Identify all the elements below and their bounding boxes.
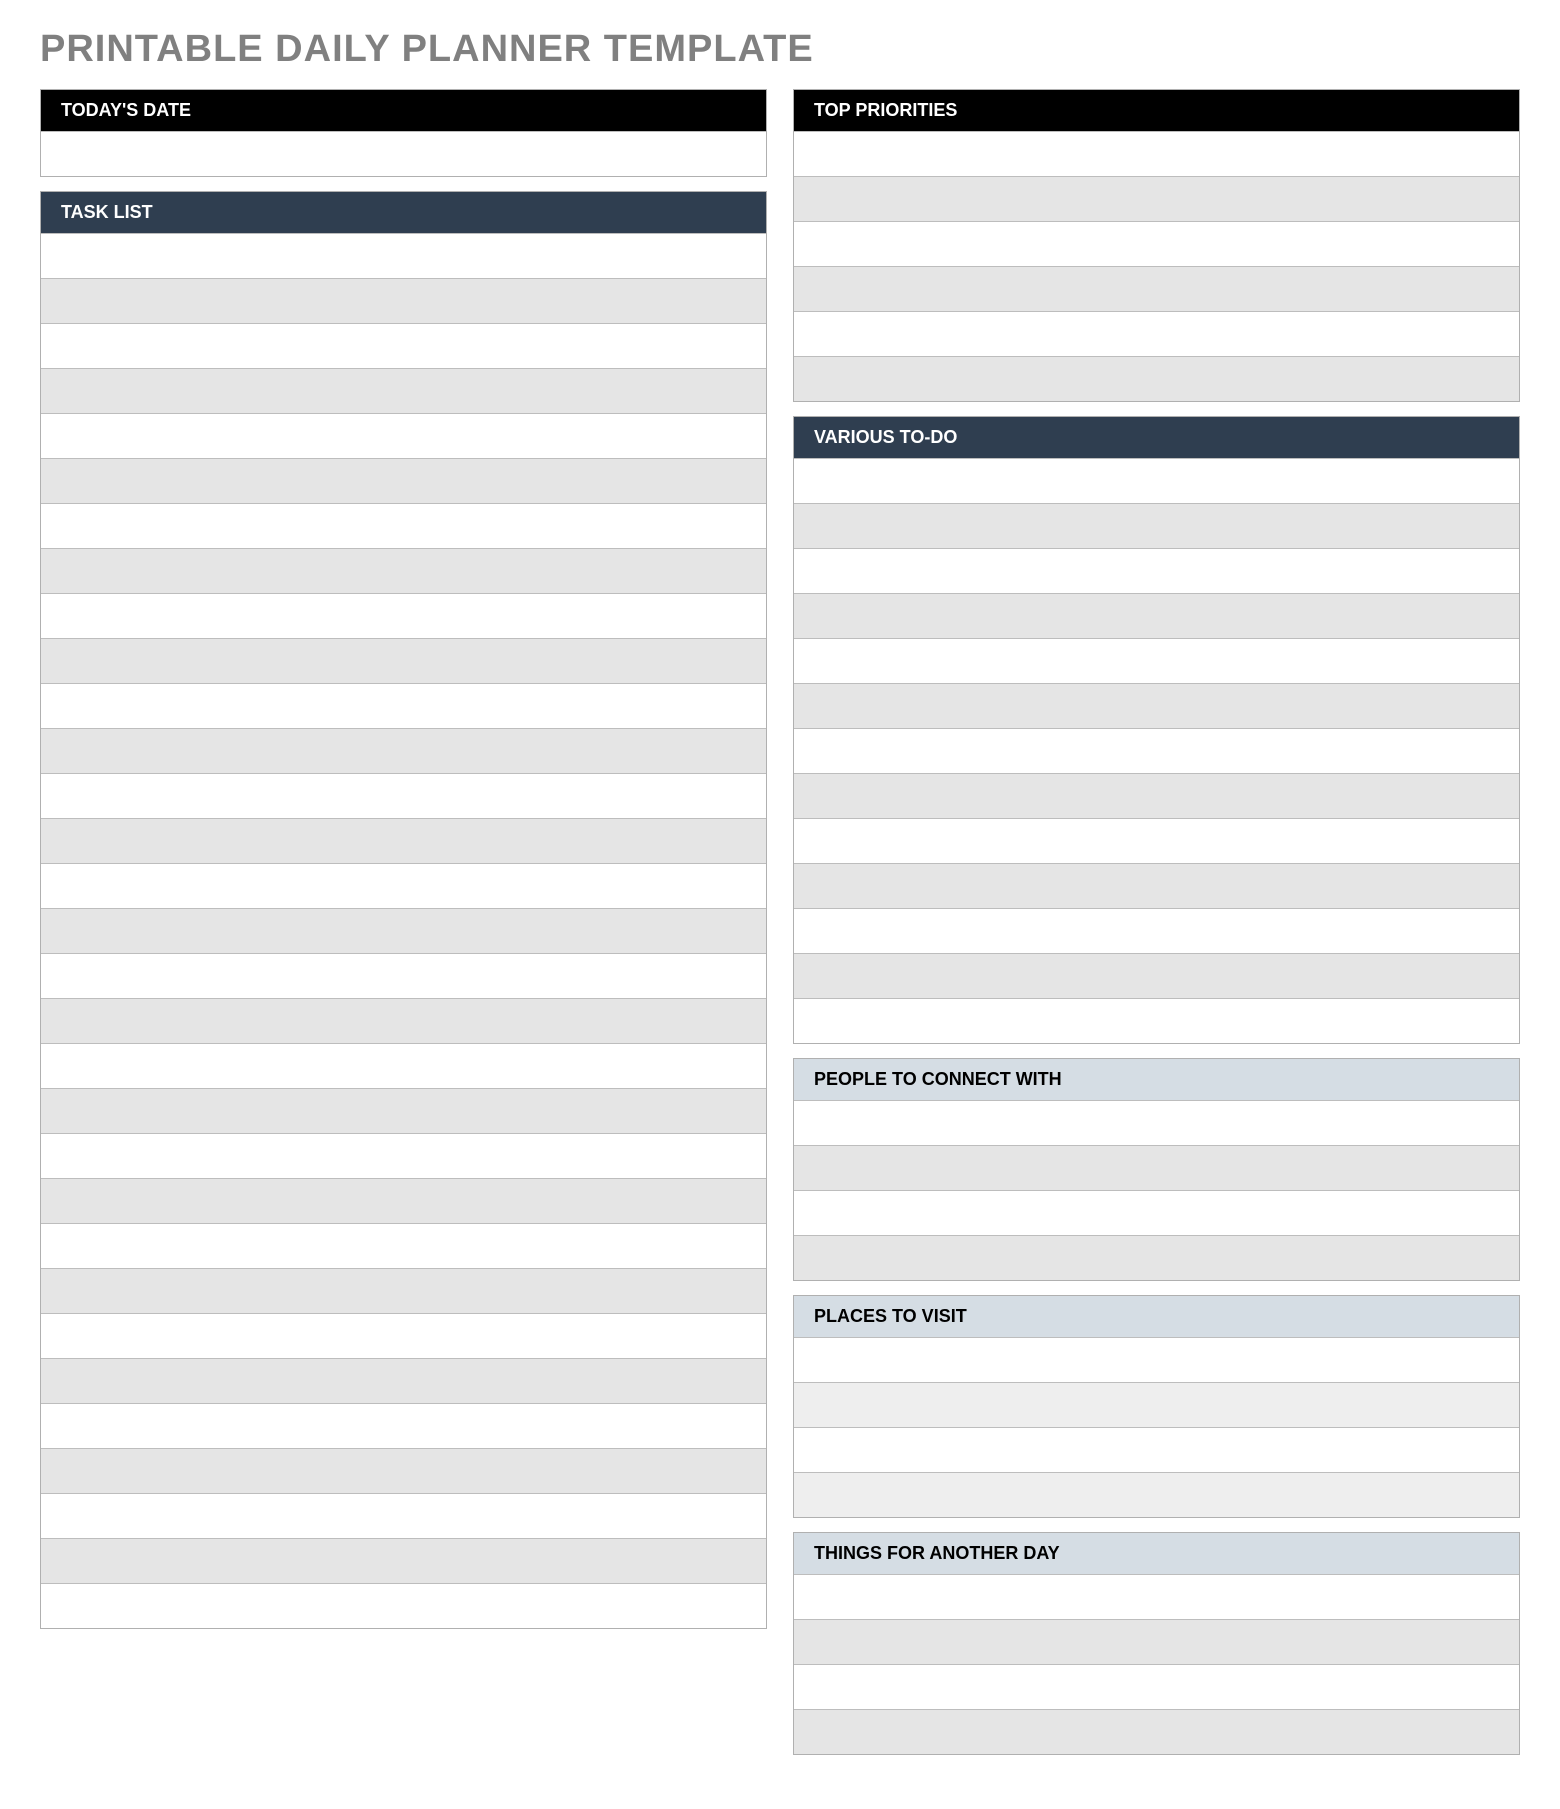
another-day-row[interactable] [794, 1709, 1519, 1754]
places-row[interactable] [794, 1337, 1519, 1382]
top-priorities-section: TOP PRIORITIES [793, 89, 1520, 402]
right-column: TOP PRIORITIES VARIOUS TO-DO [793, 89, 1520, 1769]
priority-row[interactable] [794, 266, 1519, 311]
todays-date-header: TODAY'S DATE [41, 90, 766, 131]
task-row[interactable] [41, 548, 766, 593]
task-row[interactable] [41, 1403, 766, 1448]
places-row[interactable] [794, 1382, 1519, 1427]
todo-row[interactable] [794, 728, 1519, 773]
task-row[interactable] [41, 1133, 766, 1178]
todo-row[interactable] [794, 683, 1519, 728]
columns: TODAY'S DATE TASK LIST [40, 89, 1520, 1769]
todo-row[interactable] [794, 908, 1519, 953]
task-row[interactable] [41, 278, 766, 323]
various-todo-section: VARIOUS TO-DO [793, 416, 1520, 1044]
priority-row[interactable] [794, 131, 1519, 176]
task-row[interactable] [41, 1268, 766, 1313]
task-row[interactable] [41, 323, 766, 368]
people-row[interactable] [794, 1190, 1519, 1235]
todo-row[interactable] [794, 818, 1519, 863]
priority-row[interactable] [794, 176, 1519, 221]
people-row[interactable] [794, 1145, 1519, 1190]
todo-row[interactable] [794, 503, 1519, 548]
another-day-row[interactable] [794, 1574, 1519, 1619]
places-row[interactable] [794, 1472, 1519, 1517]
top-priorities-header: TOP PRIORITIES [794, 90, 1519, 131]
priority-row[interactable] [794, 221, 1519, 266]
another-day-row[interactable] [794, 1619, 1519, 1664]
todo-row[interactable] [794, 863, 1519, 908]
task-row[interactable] [41, 773, 766, 818]
task-row[interactable] [41, 233, 766, 278]
task-row[interactable] [41, 908, 766, 953]
task-row[interactable] [41, 1538, 766, 1583]
task-list-section: TASK LIST [40, 191, 767, 1629]
task-row[interactable] [41, 728, 766, 773]
task-list-header: TASK LIST [41, 192, 766, 233]
planner-page: PRINTABLE DAILY PLANNER TEMPLATE TODAY'S… [0, 0, 1560, 1809]
another-day-header: THINGS FOR ANOTHER DAY [794, 1533, 1519, 1574]
task-row[interactable] [41, 1493, 766, 1538]
task-row[interactable] [41, 1448, 766, 1493]
task-row[interactable] [41, 998, 766, 1043]
task-row[interactable] [41, 1583, 766, 1628]
task-row[interactable] [41, 863, 766, 908]
task-row[interactable] [41, 1358, 766, 1403]
task-row[interactable] [41, 683, 766, 728]
task-row[interactable] [41, 1088, 766, 1133]
task-row[interactable] [41, 1178, 766, 1223]
todo-row[interactable] [794, 548, 1519, 593]
todo-row[interactable] [794, 773, 1519, 818]
places-section: PLACES TO VISIT [793, 1295, 1520, 1518]
todo-row[interactable] [794, 638, 1519, 683]
another-day-row[interactable] [794, 1664, 1519, 1709]
task-row[interactable] [41, 593, 766, 638]
todo-row[interactable] [794, 953, 1519, 998]
task-row[interactable] [41, 638, 766, 683]
people-header: PEOPLE TO CONNECT WITH [794, 1059, 1519, 1100]
task-row[interactable] [41, 818, 766, 863]
task-row[interactable] [41, 503, 766, 548]
priority-row[interactable] [794, 311, 1519, 356]
task-row[interactable] [41, 953, 766, 998]
people-section: PEOPLE TO CONNECT WITH [793, 1058, 1520, 1281]
todo-row[interactable] [794, 998, 1519, 1043]
people-row[interactable] [794, 1100, 1519, 1145]
task-row[interactable] [41, 1313, 766, 1358]
various-todo-header: VARIOUS TO-DO [794, 417, 1519, 458]
places-header: PLACES TO VISIT [794, 1296, 1519, 1337]
todo-row[interactable] [794, 593, 1519, 638]
task-row[interactable] [41, 1223, 766, 1268]
people-row[interactable] [794, 1235, 1519, 1280]
todays-date-row[interactable] [41, 131, 766, 176]
left-column: TODAY'S DATE TASK LIST [40, 89, 767, 1769]
places-row[interactable] [794, 1427, 1519, 1472]
task-row[interactable] [41, 368, 766, 413]
todays-date-section: TODAY'S DATE [40, 89, 767, 177]
task-row[interactable] [41, 458, 766, 503]
task-row[interactable] [41, 413, 766, 458]
page-title: PRINTABLE DAILY PLANNER TEMPLATE [40, 28, 1520, 71]
task-row[interactable] [41, 1043, 766, 1088]
another-day-section: THINGS FOR ANOTHER DAY [793, 1532, 1520, 1755]
todo-row[interactable] [794, 458, 1519, 503]
priority-row[interactable] [794, 356, 1519, 401]
